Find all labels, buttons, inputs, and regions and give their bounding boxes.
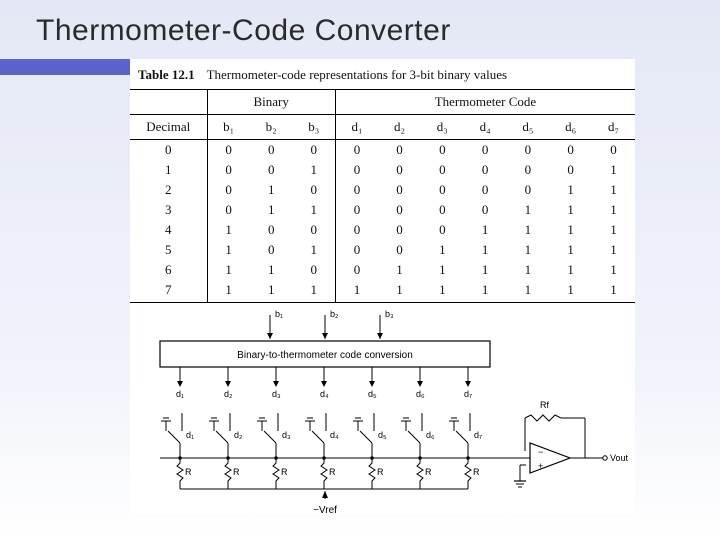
svg-text:d₁: d₁ — [186, 430, 194, 440]
svg-text:d₃: d₃ — [272, 389, 281, 399]
svg-text:R: R — [281, 467, 288, 477]
svg-text:−: − — [538, 447, 543, 457]
truth-table: Binary Thermometer Code Decimal b₁ b₂ b₃… — [130, 89, 635, 303]
table-caption: Table 12.1 Thermometer-code representati… — [130, 59, 635, 89]
svg-text:d₅: d₅ — [378, 430, 387, 440]
svg-text:+: + — [538, 461, 543, 471]
table-row: 51010011111 — [130, 240, 635, 260]
svg-text:R: R — [473, 467, 480, 477]
page-title: Thermometer-Code Converter — [36, 14, 451, 48]
accent-bar — [0, 59, 130, 75]
svg-text:d₄: d₄ — [330, 430, 339, 440]
table-row: 10010000001 — [130, 160, 635, 180]
svg-text:d₅: d₅ — [368, 389, 377, 399]
svg-text:d₇: d₇ — [474, 430, 482, 440]
svg-text:−Vref: −Vref — [313, 505, 337, 516]
svg-text:R: R — [329, 467, 336, 477]
svg-text:b₂: b₂ — [330, 309, 339, 319]
svg-text:d₆: d₆ — [416, 389, 425, 399]
content-panel: Table 12.1 Thermometer-code representati… — [130, 59, 635, 514]
table-row: Binary Thermometer Code — [130, 90, 635, 115]
table-number: Table 12.1 — [138, 67, 195, 83]
svg-text:d₂: d₂ — [234, 430, 243, 440]
binary-group-header: Binary — [207, 90, 335, 115]
svg-text:R: R — [185, 467, 192, 477]
table-row: 30110000111 — [130, 200, 635, 220]
table-row: 71111111111 — [130, 280, 635, 303]
table-row: 00000000000 — [130, 140, 635, 161]
svg-text:d₃: d₃ — [282, 430, 291, 440]
svg-text:R: R — [425, 467, 432, 477]
svg-text:Rf: Rf — [540, 400, 549, 410]
svg-text:d₂: d₂ — [224, 389, 233, 399]
svg-text:d₄: d₄ — [320, 389, 329, 399]
circuit-diagram: b₁ b₂ b₃ Binary-to-thermometer code conver… — [130, 303, 635, 523]
table-row: 61100111111 — [130, 260, 635, 280]
table-row: 41000001111 — [130, 220, 635, 240]
svg-text:R: R — [233, 467, 240, 477]
svg-text:Vout: Vout — [610, 453, 629, 463]
svg-text:b₃: b₃ — [385, 309, 394, 319]
thermo-group-header: Thermometer Code — [335, 90, 635, 115]
svg-text:R: R — [377, 467, 384, 477]
table-row: Decimal b₁ b₂ b₃ d₁ d₂ d₃ d₄ d₅ d₆ d₇ — [130, 115, 635, 140]
block-label: Binary-to-thermometer code conversion — [237, 350, 413, 361]
decimal-header: Decimal — [130, 115, 207, 140]
svg-text:d₇: d₇ — [464, 389, 472, 399]
svg-text:d₆: d₆ — [426, 430, 435, 440]
table-caption-text: Thermometer-code representations for 3-b… — [207, 67, 507, 83]
svg-text:d₁: d₁ — [176, 389, 184, 399]
svg-text:b₁: b₁ — [275, 309, 283, 319]
table-row: 20100000011 — [130, 180, 635, 200]
